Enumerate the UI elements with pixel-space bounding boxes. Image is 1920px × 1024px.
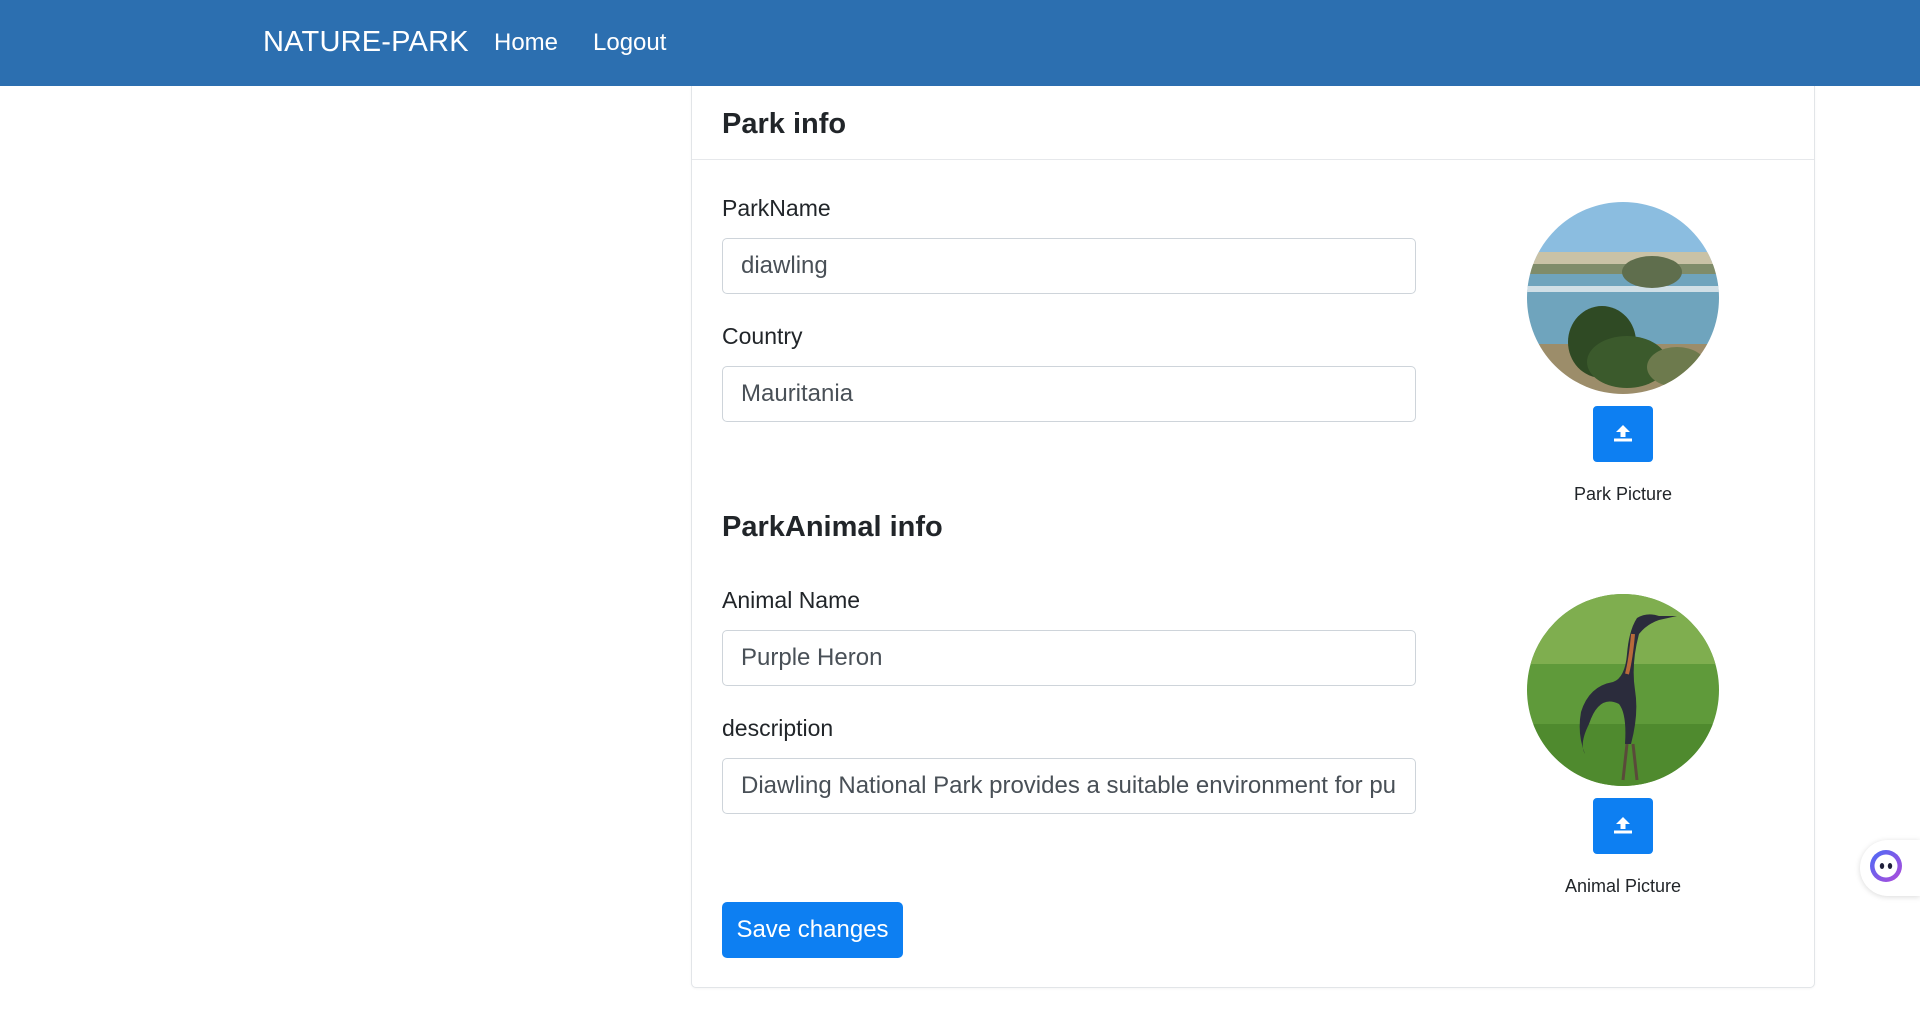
assistant-launcher[interactable] (1860, 840, 1920, 896)
edit-park-card: Park info ParkName Country Park Picture (691, 86, 1815, 988)
card-header: Park info (692, 86, 1814, 160)
park-picture-upload-button[interactable] (1593, 406, 1653, 462)
animal-picture-caption: Animal Picture (1564, 876, 1682, 896)
country-input[interactable] (722, 366, 1416, 422)
upload-icon (1611, 813, 1635, 840)
assistant-icon (1868, 848, 1904, 889)
animal-picture-image (1527, 594, 1719, 786)
upload-icon (1611, 421, 1635, 448)
nav-logout-link[interactable]: Logout (593, 29, 666, 57)
park-picture-caption: Park Picture (1573, 484, 1673, 504)
animal-name-input[interactable] (722, 630, 1416, 686)
park-info-title: Park info (722, 108, 847, 140)
top-navbar: NATURE-PARK Home Logout (0, 0, 1920, 86)
brand-link[interactable]: NATURE-PARK (263, 26, 469, 59)
animal-picture-upload-button[interactable] (1593, 798, 1653, 854)
park-name-label: ParkName (722, 195, 831, 221)
save-changes-button[interactable]: Save changes (722, 902, 903, 958)
park-name-input[interactable] (722, 238, 1416, 294)
description-input[interactable] (722, 758, 1416, 814)
description-label: description (722, 715, 834, 741)
park-picture-image (1527, 202, 1719, 394)
park-animal-info-title: ParkAnimal info (722, 511, 943, 543)
country-label: Country (722, 323, 803, 349)
nav-home-link[interactable]: Home (494, 29, 558, 57)
animal-name-label: Animal Name (722, 587, 861, 613)
park-picture (1527, 202, 1719, 394)
animal-picture (1527, 594, 1719, 786)
